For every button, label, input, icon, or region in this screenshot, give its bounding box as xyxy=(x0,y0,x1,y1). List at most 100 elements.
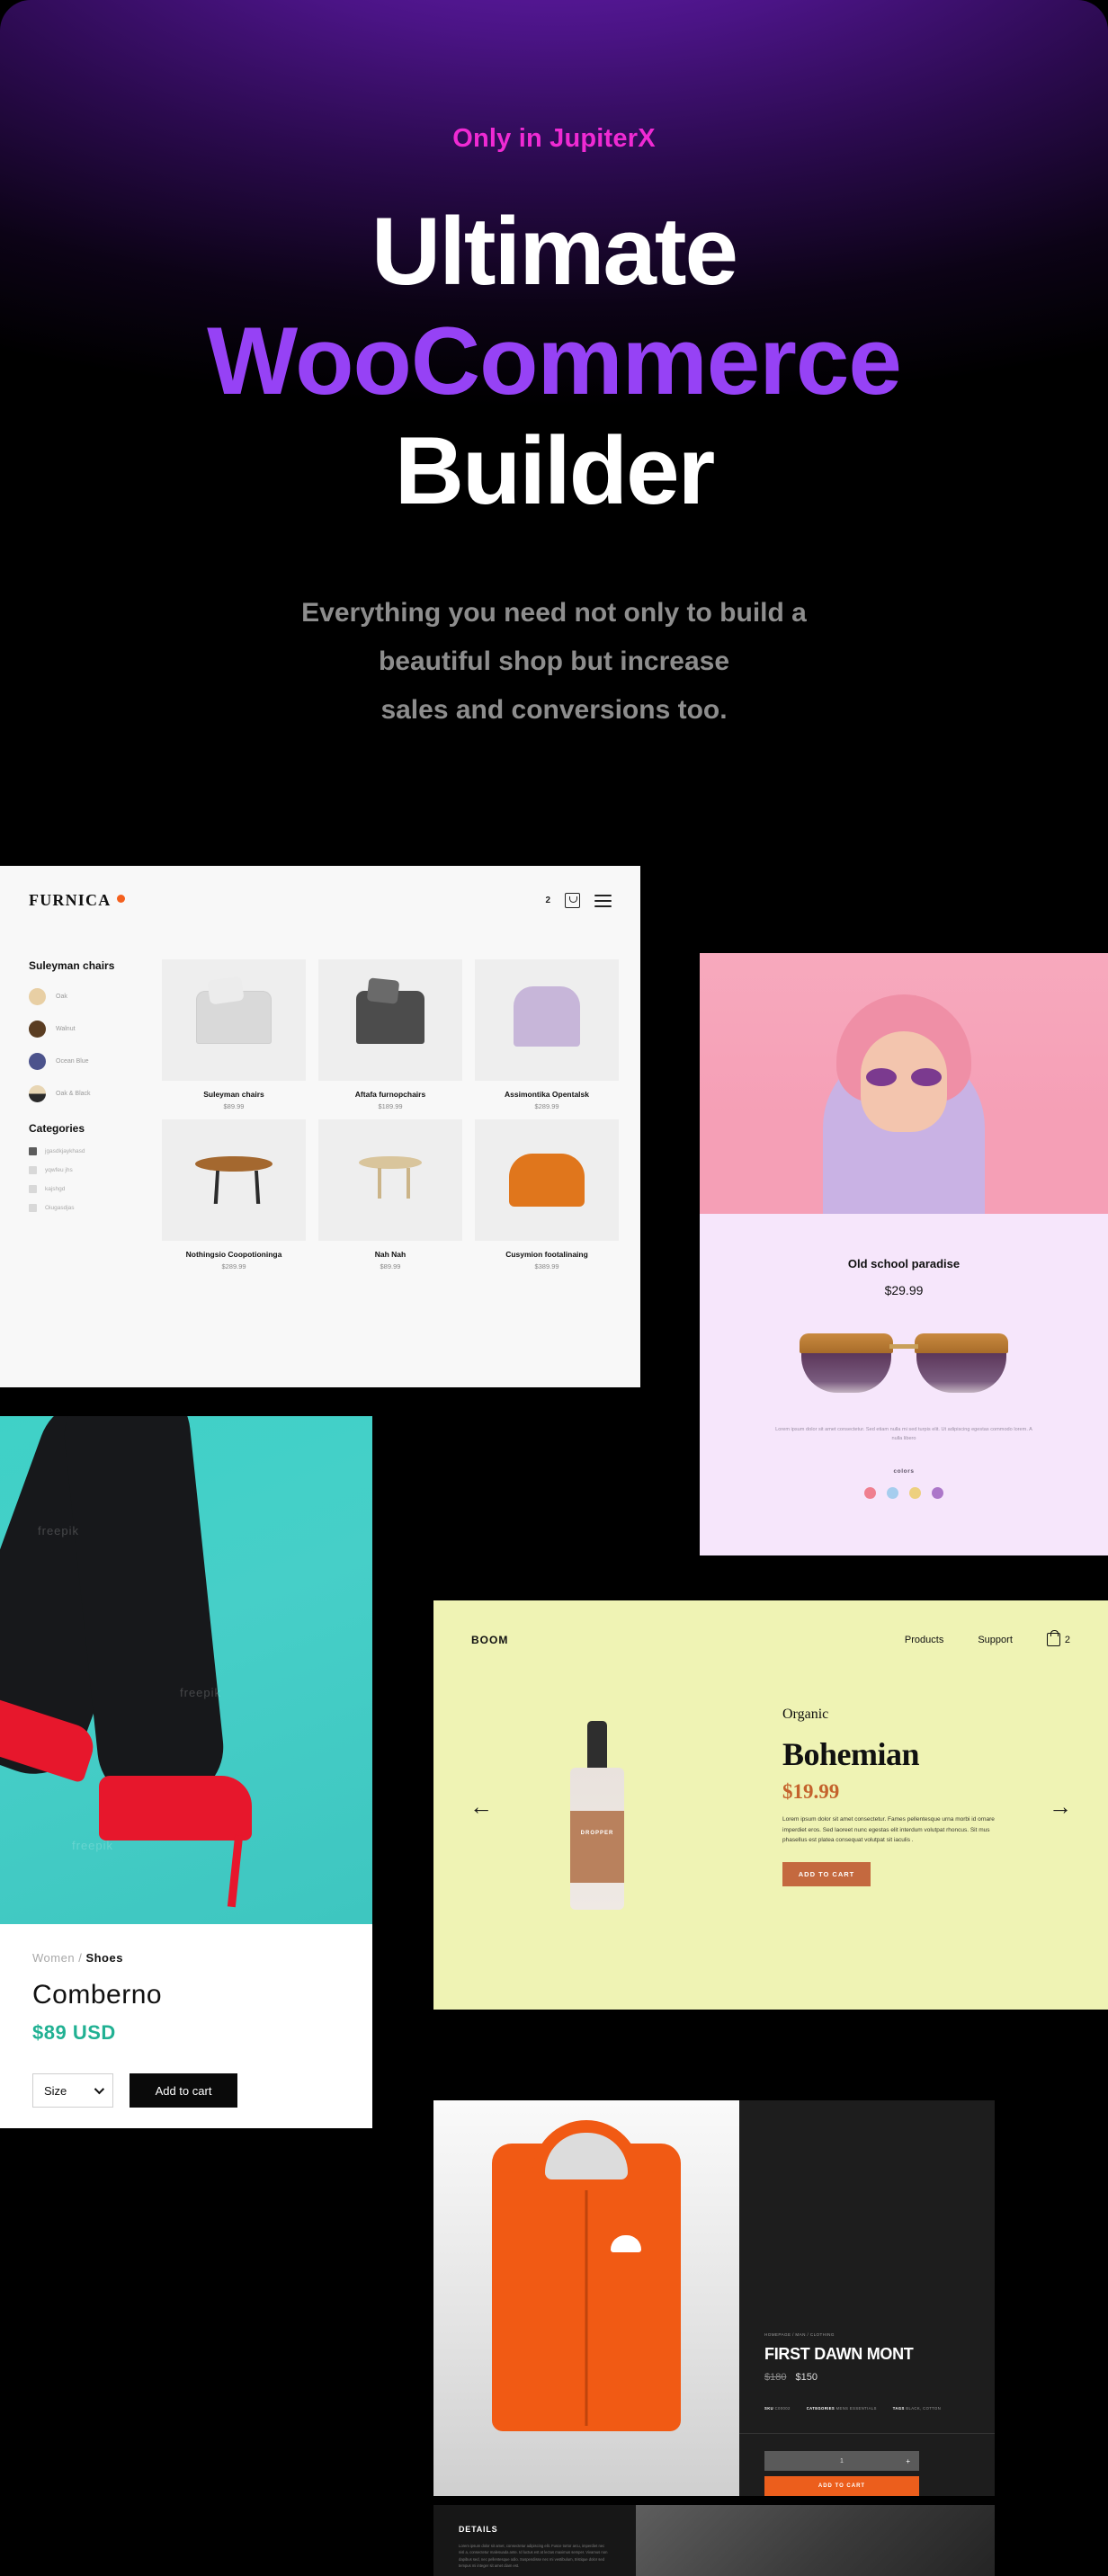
size-select[interactable]: Size xyxy=(32,2073,113,2108)
add-to-cart-button[interactable]: Add to cart xyxy=(130,2073,237,2108)
hamburger-menu-icon[interactable] xyxy=(594,894,612,907)
jacket-info-panel: HOMEPAGE / MAN / CLOTHING FIRST DAWN MON… xyxy=(739,2100,995,2496)
category-item[interactable]: jgasdkjaykhasd xyxy=(29,1147,150,1155)
meta-sku-key: SKU xyxy=(764,2406,774,2411)
logo-dot-icon xyxy=(117,895,126,903)
meta-categories-value: MENS ESSENTIALS xyxy=(835,2406,877,2411)
checkbox-icon[interactable] xyxy=(29,1204,37,1212)
product-card[interactable]: Nah Nah $89.99 xyxy=(318,1119,462,1270)
boom-nav-links: Products Support 2 xyxy=(905,1630,1070,1646)
swatch-item[interactable]: Oak xyxy=(29,988,150,1005)
checkbox-icon[interactable] xyxy=(29,1147,37,1155)
divider xyxy=(739,2433,995,2434)
product-image xyxy=(162,1119,306,1241)
cart-count: 2 xyxy=(1064,1634,1070,1645)
product-price: $89.99 xyxy=(380,1262,401,1270)
quantity-increase-icon[interactable]: + xyxy=(906,2457,910,2465)
meta-tags-key: TAGS xyxy=(892,2406,905,2411)
product-card[interactable]: Suleyman chairs $89.99 xyxy=(162,959,306,1110)
checkbox-icon[interactable] xyxy=(29,1166,37,1174)
product-card[interactable]: Nothingsio Coopotioninga $289.99 xyxy=(162,1119,306,1270)
next-slide-arrow-icon[interactable]: → xyxy=(1049,1795,1072,1818)
product-card[interactable]: Cusymion footalinaing $389.99 xyxy=(475,1119,619,1270)
product-title: Old school paradise xyxy=(847,1257,961,1270)
colors-label: colors xyxy=(893,1468,915,1475)
product-card[interactable]: Aftafa furnopchairs $189.99 xyxy=(318,959,462,1110)
nav-item-support[interactable]: Support xyxy=(978,1635,1013,1645)
product-title: Bohemian xyxy=(782,1736,920,1772)
breadcrumb-parent[interactable]: Women xyxy=(32,1951,75,1965)
product-meta: SKU C00002 CATEGORIES MENS ESSENTIALS TA… xyxy=(764,2406,977,2411)
headline-line-1: Ultimate xyxy=(371,197,738,305)
boom-logo: BOOM xyxy=(471,1633,509,1646)
shopping-bag-icon[interactable] xyxy=(565,893,580,908)
product-name: Assimontika Opentalsk xyxy=(504,1090,589,1099)
meta-sku: SKU C00002 xyxy=(764,2406,791,2411)
nav-item-products[interactable]: Products xyxy=(905,1635,943,1645)
swatch-color-icon xyxy=(29,1053,46,1070)
add-to-cart-button[interactable]: ADD TO CART xyxy=(782,1861,871,1886)
category-item[interactable]: yqwfeu jhs xyxy=(29,1166,150,1174)
color-option-icon[interactable] xyxy=(864,1487,876,1499)
cart-count: 2 xyxy=(545,896,550,905)
boom-shop-card: BOOM Products Support 2 DROPPER Organic … xyxy=(433,1600,1108,2010)
page-title: Ultimate WooCommerce Builder xyxy=(0,196,1108,525)
category-item[interactable]: Oiugasdjas xyxy=(29,1204,150,1212)
color-option-icon[interactable] xyxy=(932,1487,943,1499)
furnica-header-actions: 2 xyxy=(545,893,612,908)
swatch-color-icon xyxy=(29,1021,46,1038)
category-label: jgasdkjaykhasd xyxy=(45,1148,85,1154)
cart-button[interactable]: 2 xyxy=(1046,1630,1070,1646)
swatch-item[interactable]: Oak & Black xyxy=(29,1085,150,1102)
meta-categories-key: CATEGORIES xyxy=(806,2406,835,2411)
quantity-stepper[interactable]: 1 + xyxy=(764,2451,919,2471)
product-price: $180 $150 xyxy=(764,2372,818,2383)
swatch-item[interactable]: Walnut xyxy=(29,1021,150,1038)
headline-line-2: WooCommerce xyxy=(207,307,902,414)
color-option-icon[interactable] xyxy=(909,1487,921,1499)
product-grid: Suleyman chairs $89.99 Aftafa furnopchai… xyxy=(162,959,619,1270)
add-to-cart-button[interactable]: ADD TO CART xyxy=(764,2476,919,2496)
meta-sku-value: C00002 xyxy=(774,2406,791,2411)
sunglasses-on-model-icon xyxy=(866,1067,942,1086)
product-price: $289.99 xyxy=(221,1262,246,1270)
details-text: Lorem ipsum dolor sit amet, consectetur … xyxy=(459,2544,608,2569)
shoes-hero-photo: freepik freepik freepik xyxy=(0,1416,372,1924)
details-section: DETAILS Lorem ipsum dolor sit amet, cons… xyxy=(433,2505,636,2576)
dropper-bottle-image: DROPPER xyxy=(565,1721,630,1910)
category-label: yqwfeu jhs xyxy=(45,1167,73,1173)
swatch-color-icon xyxy=(29,1085,46,1102)
furnica-logo: FURNICA xyxy=(29,891,112,909)
swatch-label: Ocean Blue xyxy=(56,1058,89,1065)
model-photo xyxy=(700,953,1108,1214)
category-label: Oiugasdjas xyxy=(45,1205,75,1211)
hero-subcopy: Everything you need not only to build a … xyxy=(0,589,1108,735)
breadcrumb: Women / Shoes xyxy=(32,1951,123,1965)
shopping-bag-icon xyxy=(1046,1630,1060,1646)
product-image xyxy=(162,959,306,1081)
product-price: $19.99 xyxy=(782,1780,840,1803)
jacket-product-card: HOMEPAGE / MAN / CLOTHING FIRST DAWN MON… xyxy=(433,2086,995,2576)
checkbox-icon[interactable] xyxy=(29,1185,37,1193)
bottle-label-text: DROPPER xyxy=(580,1831,614,1836)
category-item[interactable]: kajshgd xyxy=(29,1185,150,1193)
quantity-value: 1 xyxy=(840,2457,844,2465)
size-select-label: Size xyxy=(44,2083,67,2098)
furnica-header: FURNICA 2 xyxy=(29,891,612,927)
meta-tags-value: BLACK, COTTON xyxy=(906,2406,942,2411)
swatch-item[interactable]: Ocean Blue xyxy=(29,1053,150,1070)
product-title: Comberno xyxy=(32,1980,163,2010)
product-card[interactable]: Assimontika Opentalsk $289.99 xyxy=(475,959,619,1110)
prev-slide-arrow-icon[interactable]: ← xyxy=(469,1795,493,1818)
color-option-icon[interactable] xyxy=(887,1487,898,1499)
product-name: Nothingsio Coopotioninga xyxy=(185,1250,282,1259)
headline-line-3: Builder xyxy=(394,416,716,524)
product-image xyxy=(318,1119,462,1241)
product-name: Suleyman chairs xyxy=(203,1090,264,1099)
swatch-label: Oak & Black xyxy=(56,1091,91,1097)
jacket-main-image xyxy=(433,2100,739,2496)
meta-tags: TAGS BLACK, COTTON xyxy=(893,2406,941,2411)
breadcrumb-separator: / xyxy=(78,1951,83,1965)
chevron-down-icon xyxy=(94,2083,105,2095)
product-price: $89.99 xyxy=(223,1102,245,1110)
